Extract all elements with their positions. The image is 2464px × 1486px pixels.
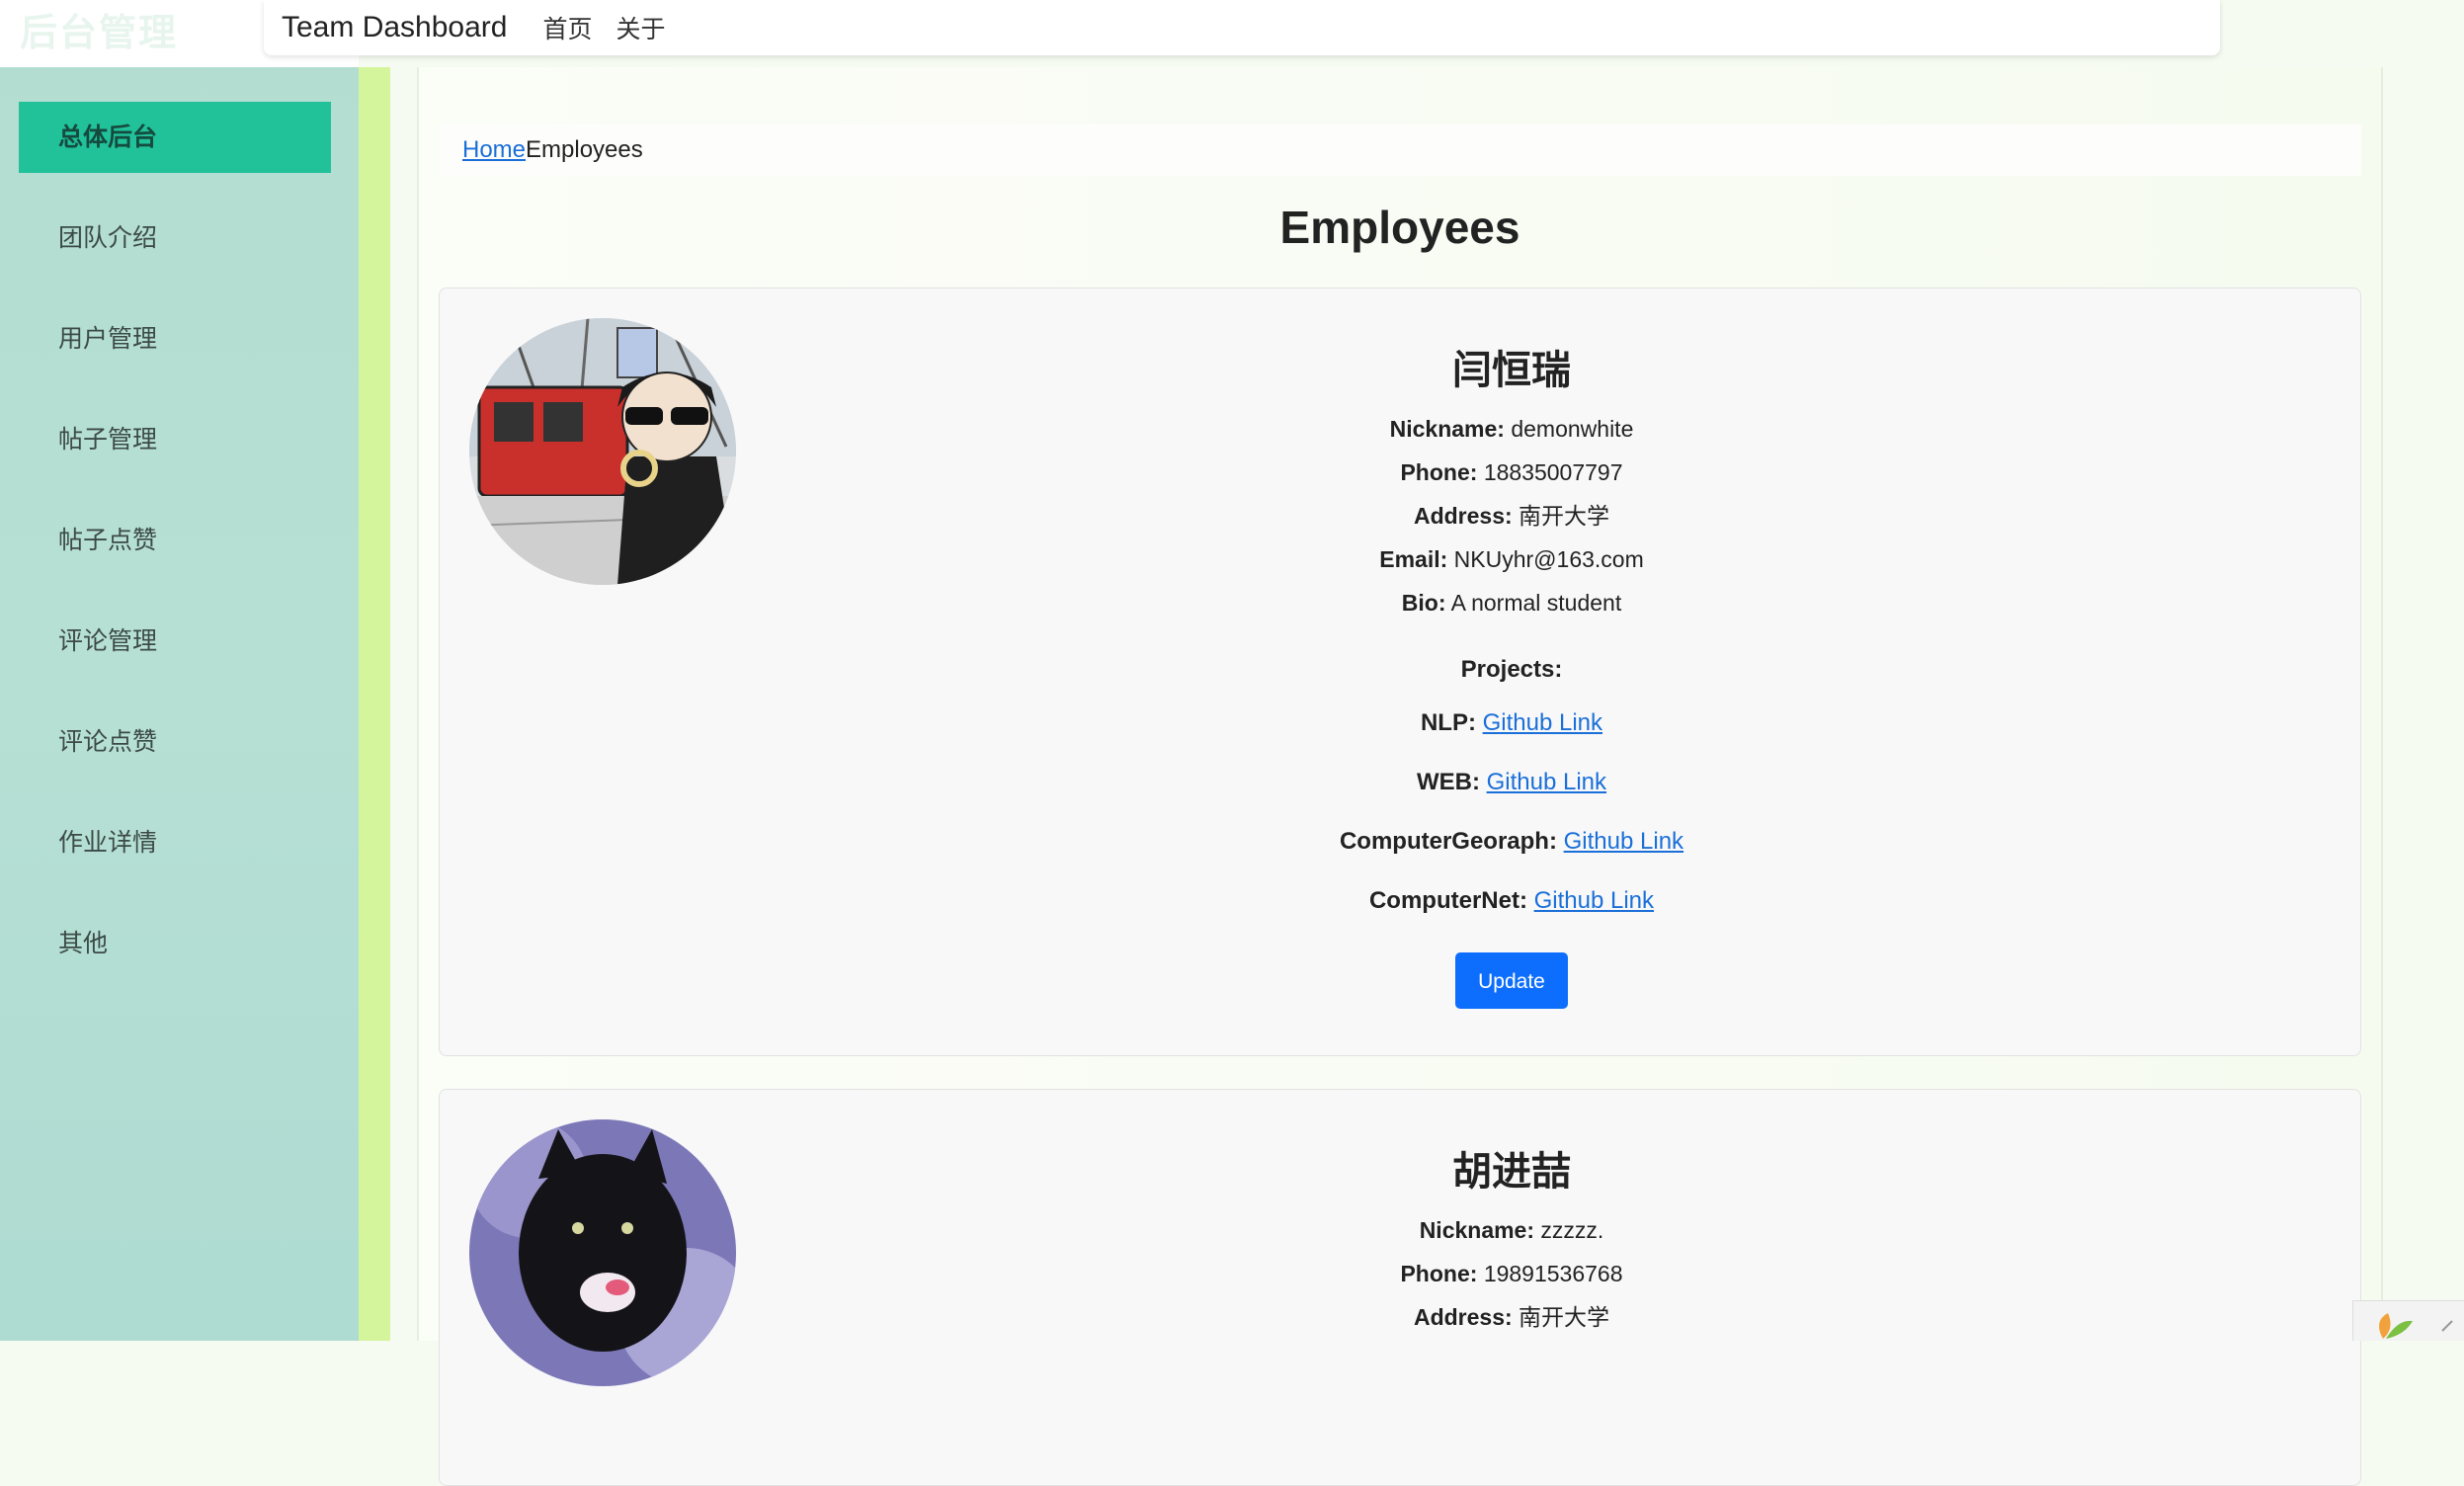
- github-link[interactable]: Github Link: [1564, 828, 1684, 855]
- nickname-row: Nickname: zzzzz.: [953, 1208, 2070, 1252]
- project-name: ComputerNet:: [1368, 887, 1527, 914]
- nav-link-about[interactable]: 关于: [616, 10, 665, 45]
- sidebar-item-post-likes[interactable]: 帖子点赞: [19, 505, 331, 576]
- sidebar: 后台管理 总体后台 团队介绍 用户管理 帖子管理 帖子点赞 评论管理 评论点赞 …: [0, 0, 359, 1341]
- sidebar-item-other[interactable]: 其他: [19, 908, 331, 979]
- phone-label: Phone:: [1400, 459, 1478, 485]
- top-navbar: Team Dashboard 首页 关于: [264, 0, 2220, 55]
- leaf-icon: [2379, 1313, 2453, 1339]
- sidebar-item-posts[interactable]: 帖子管理: [19, 404, 331, 475]
- nickname-label: Nickname:: [1419, 1217, 1535, 1243]
- address-label: Address:: [1413, 1304, 1513, 1330]
- brand-title[interactable]: Team Dashboard: [282, 11, 507, 44]
- address-row: Address: 南开大学: [953, 494, 2070, 537]
- phone-row: Phone: 19891536768: [953, 1252, 2070, 1295]
- project-name: ComputerGeoraph:: [1339, 828, 1557, 855]
- sidebar-menu: 总体后台 团队介绍 用户管理 帖子管理 帖子点赞 评论管理 评论点赞 作业详情 …: [19, 102, 331, 1009]
- sidebar-item-overview[interactable]: 总体后台: [19, 102, 331, 173]
- employee-name: 闫恒瑞: [1452, 349, 1571, 392]
- project-name: WEB:: [1416, 769, 1480, 795]
- nickname-label: Nickname:: [1389, 416, 1505, 442]
- avatar: [469, 318, 736, 585]
- bio-row: Bio: A normal student: [953, 581, 2070, 624]
- project-row-web: WEB: Github Link: [953, 753, 2070, 812]
- breadcrumb-current: Employees: [526, 136, 643, 163]
- main-content: HomeEmployees Employees 闫恒瑞 Nickname: de…: [417, 67, 2383, 1486]
- nickname-value: zzzzz.: [1540, 1217, 1604, 1243]
- avatar-cat-photo: [469, 1119, 736, 1386]
- update-button[interactable]: Update: [1455, 952, 1568, 1009]
- github-link[interactable]: Github Link: [1483, 709, 1602, 736]
- sidebar-item-comments[interactable]: 评论管理: [19, 606, 331, 677]
- sidebar-item-comment-likes[interactable]: 评论点赞: [19, 706, 331, 778]
- address-value: 南开大学: [1519, 1304, 1610, 1330]
- github-link[interactable]: Github Link: [1534, 887, 1654, 914]
- phone-label: Phone:: [1400, 1261, 1478, 1286]
- address-label: Address:: [1413, 503, 1513, 529]
- phone-value: 19891536768: [1483, 1261, 1623, 1286]
- employee-info: 胡进喆 Nickname: zzzzz. Phone: 19891536768 …: [953, 1090, 2070, 1339]
- nav-link-home[interactable]: 首页: [542, 10, 592, 45]
- project-name: NLP:: [1420, 709, 1476, 736]
- nickname-value: demonwhite: [1511, 416, 1634, 442]
- email-row: Email: NKUyhr@163.com: [953, 537, 2070, 581]
- breadcrumb-home-link[interactable]: Home: [462, 136, 526, 163]
- sidebar-divider-stripe: [359, 67, 390, 1341]
- employee-card: 胡进喆 Nickname: zzzzz. Phone: 19891536768 …: [439, 1089, 2361, 1486]
- page-title: Employees: [1279, 202, 1520, 253]
- bio-label: Bio:: [1401, 590, 1446, 616]
- phone-row: Phone: 18835007797: [953, 451, 2070, 494]
- breadcrumb: HomeEmployees: [441, 124, 2361, 176]
- github-link[interactable]: Github Link: [1487, 769, 1606, 795]
- phone-value: 18835007797: [1483, 459, 1623, 485]
- nickname-row: Nickname: demonwhite: [953, 407, 2070, 451]
- project-row-nlp: NLP: Github Link: [953, 694, 2070, 753]
- sidebar-item-homework[interactable]: 作业详情: [19, 807, 331, 878]
- email-label: Email:: [1379, 546, 1448, 572]
- sidebar-item-users[interactable]: 用户管理: [19, 303, 331, 374]
- employee-name: 胡进喆: [1452, 1150, 1571, 1194]
- avatar-illustration: [469, 318, 736, 585]
- project-row-computer-net: ComputerNet: Github Link: [953, 871, 2070, 931]
- avatar: [469, 1119, 736, 1386]
- projects-heading: Projects:: [1460, 656, 1563, 683]
- address-row: Address: 南开大学: [953, 1295, 2070, 1339]
- sidebar-item-team[interactable]: 团队介绍: [19, 203, 331, 274]
- bio-value: A normal student: [1450, 590, 1622, 616]
- leaf-logo-icon[interactable]: [2352, 1300, 2464, 1341]
- email-value: NKUyhr@163.com: [1453, 546, 1644, 572]
- address-value: 南开大学: [1519, 503, 1610, 529]
- employee-info: 闫恒瑞 Nickname: demonwhite Phone: 18835007…: [953, 289, 2070, 1009]
- project-row-computer-graph: ComputerGeoraph: Github Link: [953, 812, 2070, 871]
- employee-card: 闫恒瑞 Nickname: demonwhite Phone: 18835007…: [439, 288, 2361, 1056]
